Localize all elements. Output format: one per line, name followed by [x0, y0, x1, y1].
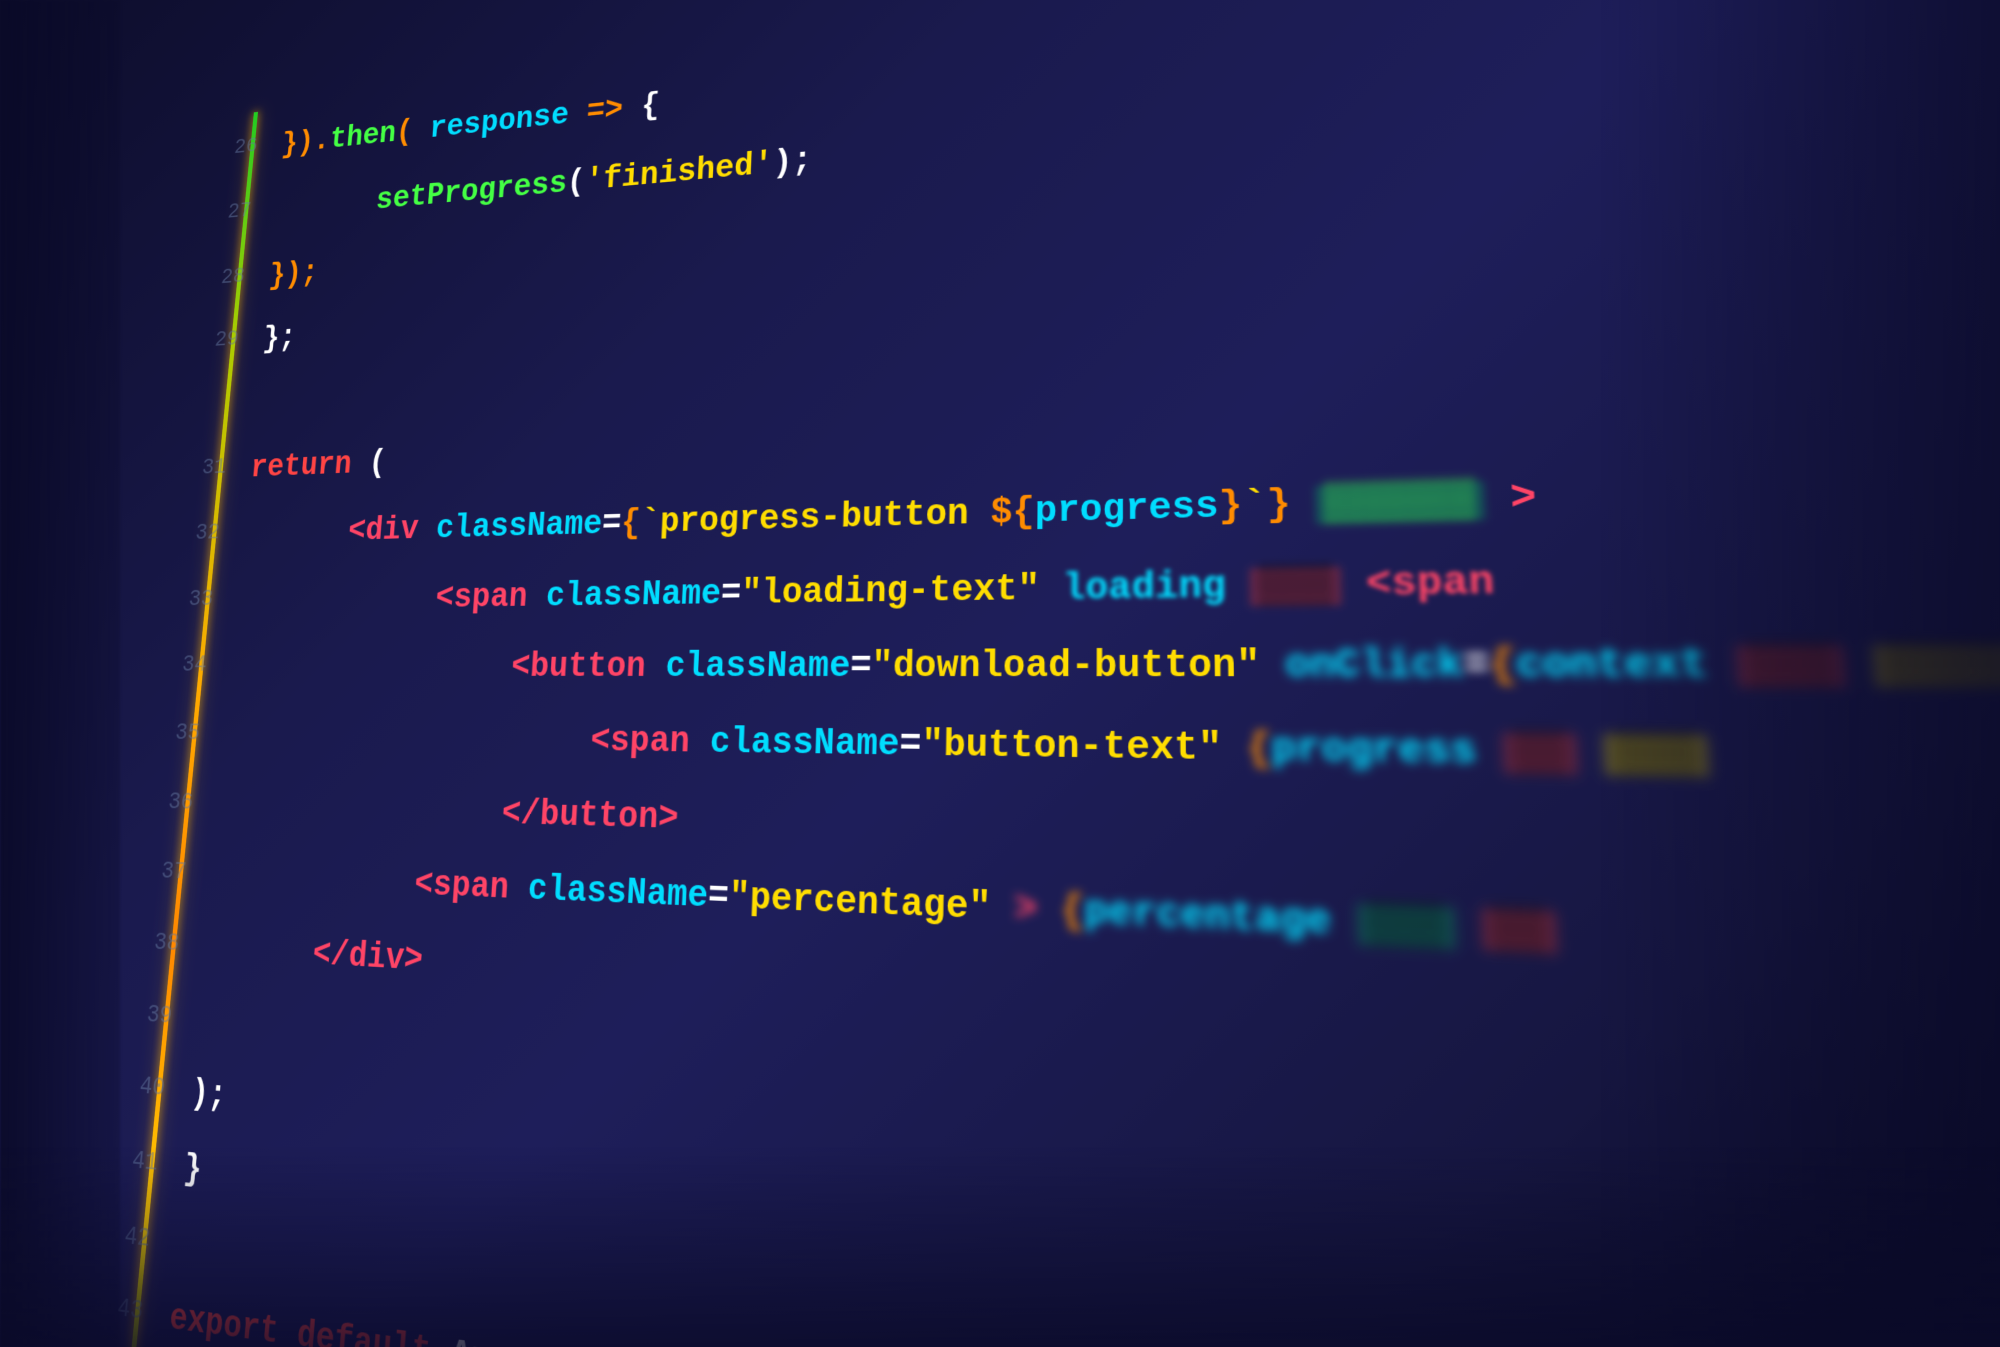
code-line-28: }); [268, 258, 320, 292]
line-num-37: 37 [160, 858, 187, 886]
line-num-35: 35 [174, 720, 201, 747]
code-line-27: setProgress('finished'); [375, 145, 813, 217]
code-screen: 26 27 28 29 31 32 33 34 35 36 37 38 39 4… [0, 0, 2000, 1347]
line-num-32: 32 [194, 520, 221, 546]
code-line-35: <span className="button-text" {progress … [590, 724, 1710, 778]
line-num-29: 29 [214, 327, 240, 353]
line-num-39: 39 [145, 1001, 173, 1031]
line-num-40: 40 [138, 1072, 166, 1103]
blur-overlay-right [1600, 0, 2000, 1347]
line-num-36: 36 [167, 789, 194, 817]
code-line-29: }; [262, 323, 298, 355]
line-num-38: 38 [153, 929, 181, 958]
code-line-38: </div> [311, 937, 424, 979]
code-line-31: return ( [249, 448, 387, 485]
line-num-26: 26 [233, 134, 259, 160]
code-line-40: ); [189, 1077, 227, 1116]
code-line-37: <span className="percentage" > {percenta… [413, 868, 1557, 955]
code-line-32: <div className={`progress-button ${progr… [347, 479, 1538, 548]
code-line-26: }).then( response => { [280, 90, 660, 160]
code-line-36: </button> [501, 797, 680, 838]
code-line-33: <span className="loading-text" loading ▒… [434, 564, 1495, 616]
blur-overlay-left [0, 0, 120, 1347]
line-num-28: 28 [220, 264, 246, 290]
keyword-finished: finished [602, 148, 754, 198]
line-num-34: 34 [181, 652, 208, 678]
line-num-33: 33 [187, 586, 214, 612]
blur-overlay-bottom [0, 1147, 2000, 1347]
line-num-27: 27 [227, 199, 253, 225]
line-num-31: 31 [201, 455, 227, 481]
